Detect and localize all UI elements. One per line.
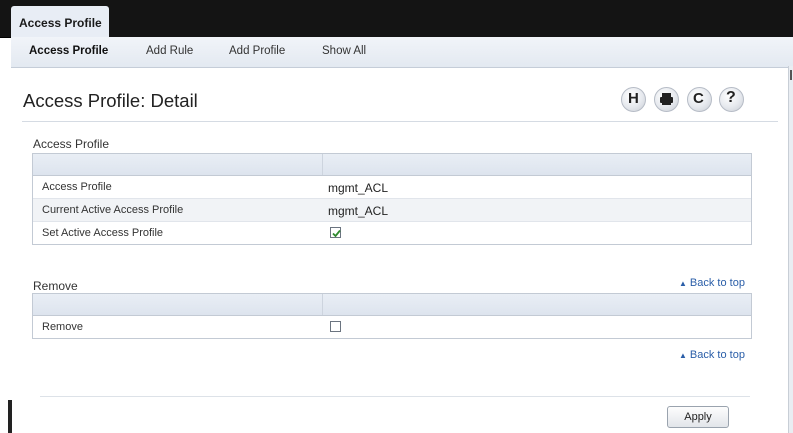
subnav-item-show-all[interactable]: Show All xyxy=(322,45,366,57)
title-divider xyxy=(22,121,778,122)
row-label-current-active-access-profile: Current Active Access Profile xyxy=(42,204,184,216)
back-to-top-link[interactable]: ▲ Back to top xyxy=(679,349,745,361)
content-area xyxy=(11,68,779,433)
remove-table: Remove xyxy=(32,293,752,339)
access-profile-value: mgmt_ACL xyxy=(328,181,389,195)
page-title: Access Profile: Detail xyxy=(23,90,198,111)
back-to-top-label: Back to top xyxy=(689,349,745,361)
subnav-item-add-rule[interactable]: Add Rule xyxy=(146,45,193,57)
access-profile-table: Access Profile mgmt_ACL Current Active A… xyxy=(32,153,752,245)
back-to-top-link[interactable]: ▲ Back to top xyxy=(679,277,745,289)
save-icon-glyph: H xyxy=(628,90,639,107)
tab-access-profile[interactable]: Access Profile xyxy=(11,6,109,38)
save-icon[interactable]: H xyxy=(621,87,646,112)
row-label-set-active-access-profile: Set Active Access Profile xyxy=(42,227,164,239)
table-row: Remove xyxy=(33,316,751,338)
set-active-checkbox[interactable] xyxy=(330,227,341,238)
up-triangle-icon: ▲ xyxy=(679,279,687,288)
top-bar xyxy=(0,0,793,38)
printer-shape xyxy=(660,93,673,105)
scrollbar[interactable] xyxy=(788,66,793,433)
sub-navigation: Access Profile Add Rule Add Profile Show… xyxy=(11,37,793,68)
help-icon[interactable]: ? xyxy=(719,87,744,112)
help-icon-glyph: ? xyxy=(726,89,736,106)
section-title-remove: Remove xyxy=(33,279,78,293)
page-edge-marker xyxy=(8,400,12,433)
subnav-item-add-profile[interactable]: Add Profile xyxy=(229,45,285,57)
remove-checkbox[interactable] xyxy=(330,321,341,332)
up-triangle-icon: ▲ xyxy=(679,351,687,360)
print-icon[interactable] xyxy=(654,87,679,112)
current-active-access-profile-value: mgmt_ACL xyxy=(328,204,389,218)
refresh-icon-glyph: C xyxy=(693,90,704,107)
row-label-access-profile: Access Profile xyxy=(42,181,112,193)
back-to-top-label: Back to top xyxy=(689,277,745,289)
table-row: Current Active Access Profile mgmt_ACL xyxy=(33,199,751,222)
subnav-item-access-profile[interactable]: Access Profile xyxy=(29,45,108,57)
checkmark-icon xyxy=(332,229,341,238)
table-row: Set Active Access Profile xyxy=(33,222,751,244)
apply-button[interactable]: Apply xyxy=(667,406,729,428)
table-row: Access Profile mgmt_ACL xyxy=(33,176,751,199)
table-header xyxy=(33,154,751,176)
section-title-access-profile: Access Profile xyxy=(33,137,110,151)
refresh-icon[interactable]: C xyxy=(687,87,712,112)
row-label-remove: Remove xyxy=(42,321,83,333)
table-header xyxy=(33,294,751,316)
footer-divider xyxy=(40,396,750,397)
